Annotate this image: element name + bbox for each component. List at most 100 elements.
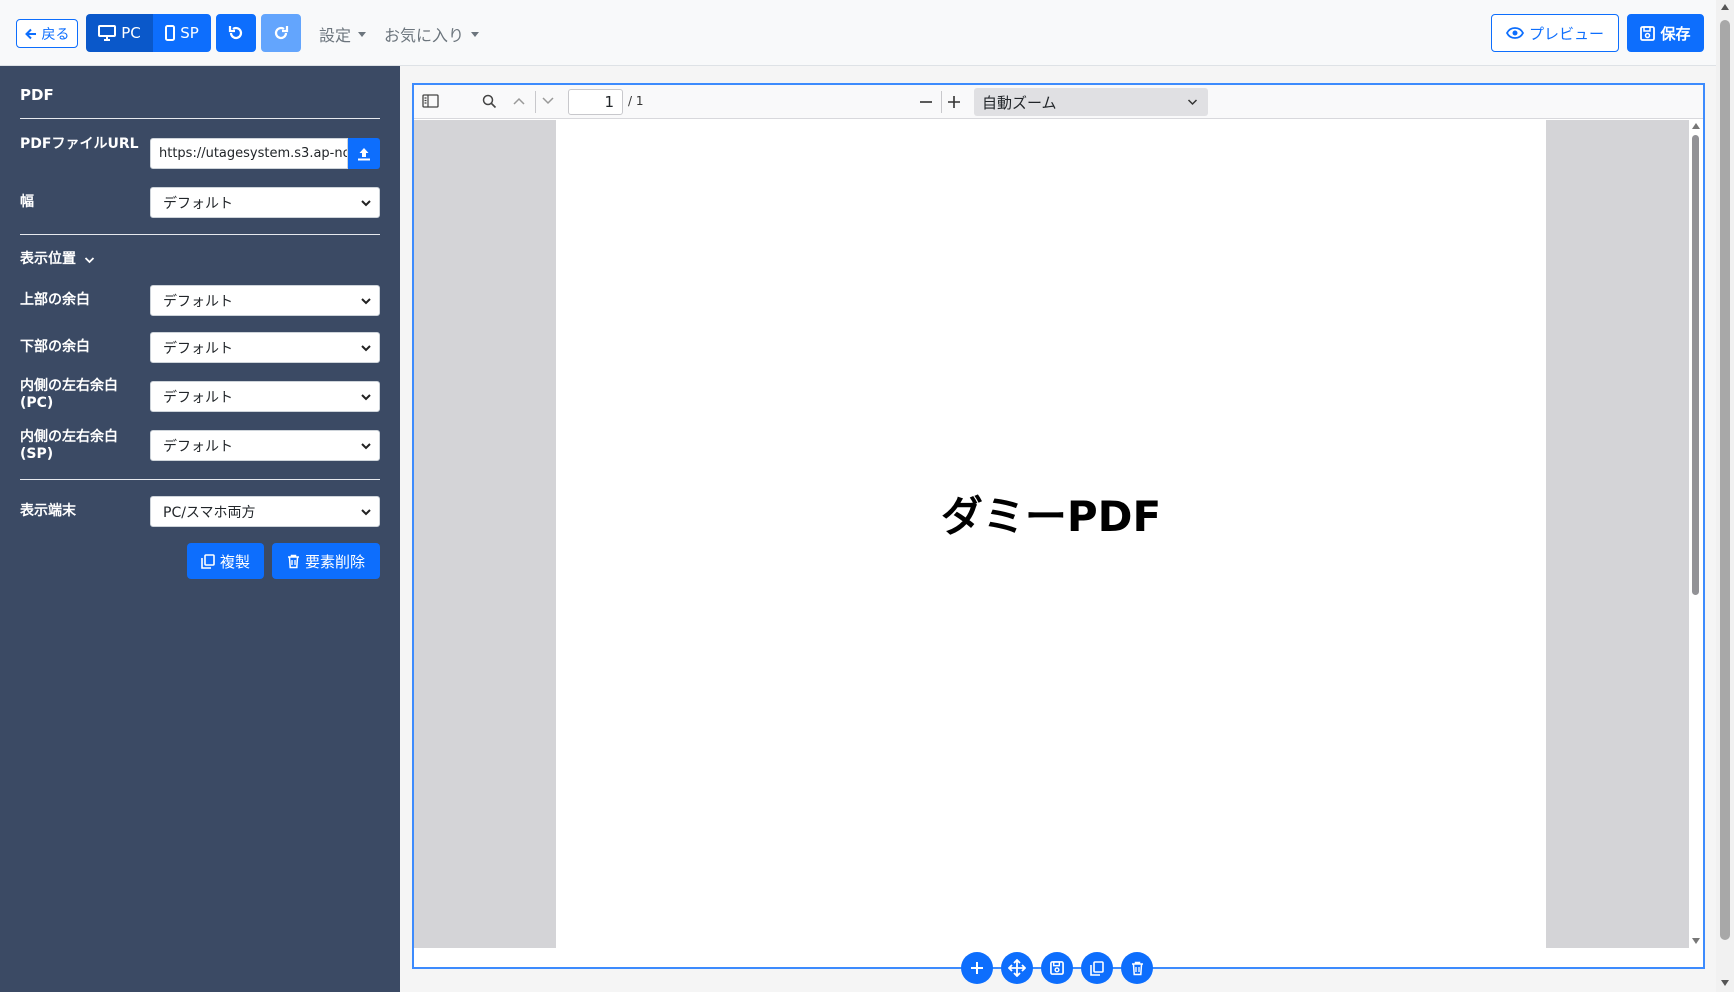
arrow-left-icon (24, 28, 37, 40)
sidebar-title: PDF (20, 86, 54, 104)
inner-padding-sp-label: 内側の左右余白(SP) (20, 429, 118, 462)
inner-padding-pc-label: 内側の左右余白(PC) (20, 378, 118, 411)
copy-element-button[interactable] (1081, 952, 1113, 984)
search-icon[interactable] (482, 94, 497, 109)
pdf-page: ダミーPDF (556, 120, 1546, 948)
position-section-label: 表示位置 (20, 251, 76, 267)
bottom-margin-label: 下部の余白 (20, 339, 90, 355)
upload-button[interactable] (348, 138, 380, 169)
page-number-input[interactable]: 1 (568, 89, 623, 115)
trash-icon (287, 554, 300, 569)
inner-padding-sp-select[interactable]: デフォルト (150, 430, 380, 461)
redo-icon (272, 24, 290, 42)
add-element-button[interactable] (961, 952, 993, 984)
sidebar-toggle-icon[interactable] (422, 94, 439, 108)
eye-icon (1505, 27, 1524, 39)
pdf-viewport[interactable]: ダミーPDF (414, 120, 1689, 948)
save-button-label: 保存 (1660, 24, 1691, 43)
previous-page-icon[interactable] (512, 96, 526, 106)
sp-view-button[interactable]: SP (153, 14, 211, 52)
settings-menu[interactable]: 設定 (319, 22, 367, 46)
delete-element-button[interactable]: 要素削除 (272, 543, 380, 579)
scroll-down-arrow-icon[interactable] (1692, 938, 1700, 944)
top-margin-label: 上部の余白 (20, 292, 90, 308)
favorites-menu-label: お気に入り (384, 26, 465, 45)
chevron-down-icon (84, 256, 95, 264)
inner-padding-sp-select-value: デフォルト (163, 438, 233, 455)
width-label: 幅 (20, 194, 34, 210)
pdf-document-text: ダミーPDF (940, 492, 1162, 541)
back-button-label: 戻る (41, 26, 70, 43)
device-select[interactable]: PC/スマホ両方 (150, 496, 380, 527)
bottom-margin-select-value: デフォルト (163, 340, 233, 357)
preview-button[interactable]: プレビュー (1491, 14, 1619, 52)
move-element-button[interactable] (1001, 952, 1033, 984)
zoom-in-icon[interactable] (947, 95, 961, 109)
undo-button[interactable] (216, 14, 256, 52)
pdf-element-frame[interactable]: 1 / 1 自動ズーム ダミーPDF (412, 83, 1705, 969)
properties-sidebar: PDF PDFファイルURL https://utagesystem.s3.ap… (0, 66, 400, 992)
trash-icon (1131, 961, 1144, 976)
pdf-viewer-toolbar: 1 / 1 自動ズーム (414, 85, 1703, 119)
floppy-disk-icon (1050, 961, 1064, 975)
scroll-up-arrow-icon[interactable] (1692, 123, 1700, 129)
pdf-url-label: PDFファイルURL (20, 136, 139, 152)
monitor-icon (98, 25, 117, 41)
page-scrollbar[interactable] (1716, 0, 1734, 992)
chevron-down-icon (360, 392, 372, 402)
chevron-down-icon (360, 343, 372, 353)
zoom-select-value: 自動ズーム (982, 93, 1057, 112)
toolbar-separator (941, 91, 942, 113)
scroll-down-arrow-icon[interactable] (1721, 980, 1729, 986)
position-section-toggle[interactable]: 表示位置 (20, 251, 220, 268)
delete-element-fab[interactable] (1121, 952, 1153, 984)
page-scrollbar-thumb[interactable] (1720, 20, 1730, 940)
copy-icon (201, 553, 215, 569)
inner-padding-pc-select[interactable]: デフォルト (150, 381, 380, 412)
divider (20, 234, 380, 235)
redo-button[interactable] (261, 14, 301, 52)
zoom-select[interactable]: 自動ズーム (974, 88, 1208, 116)
sp-view-label: SP (180, 24, 199, 42)
top-margin-select[interactable]: デフォルト (150, 285, 380, 316)
smartphone-icon (165, 25, 176, 41)
settings-menu-label: 設定 (319, 26, 352, 45)
pdf-scrollbar-thumb[interactable] (1692, 135, 1699, 595)
chevron-down-icon (360, 198, 372, 208)
toolbar-separator (535, 91, 536, 113)
zoom-out-icon[interactable] (919, 100, 933, 104)
top-margin-select-value: デフォルト (163, 293, 233, 310)
element-action-buttons (961, 952, 1153, 984)
pc-view-button[interactable]: PC (86, 14, 153, 52)
scroll-up-arrow-icon[interactable] (1721, 4, 1729, 10)
width-select-value: デフォルト (163, 195, 233, 212)
page-total: / 1 (628, 94, 644, 108)
caret-down-icon (471, 31, 480, 37)
upload-icon (357, 147, 371, 161)
duplicate-button-label: 複製 (219, 552, 250, 571)
duplicate-button[interactable]: 複製 (187, 543, 264, 579)
chevron-down-icon (1187, 98, 1198, 106)
plus-icon (970, 961, 984, 975)
back-button[interactable]: 戻る (16, 19, 78, 48)
save-button[interactable]: 保存 (1627, 14, 1704, 52)
width-select[interactable]: デフォルト (150, 187, 380, 218)
pc-view-label: PC (121, 24, 141, 42)
device-label: 表示端末 (20, 503, 76, 519)
divider (20, 118, 380, 119)
top-toolbar: 戻る PC SP 設定 お気に入り プレビュー 保存 (0, 0, 1716, 66)
inner-padding-pc-select-value: デフォルト (163, 389, 233, 406)
next-page-icon[interactable] (541, 96, 555, 106)
move-arrows-icon (1008, 959, 1026, 977)
favorites-menu[interactable]: お気に入り (384, 22, 480, 46)
divider (20, 479, 380, 480)
copy-icon (1090, 960, 1104, 976)
undo-icon (227, 24, 245, 42)
save-element-button[interactable] (1041, 952, 1073, 984)
caret-down-icon (358, 31, 367, 37)
pdf-scrollbar[interactable] (1689, 120, 1703, 948)
pdf-url-input[interactable]: https://utagesystem.s3.ap-no (150, 138, 348, 169)
floppy-disk-icon (1640, 25, 1656, 41)
chevron-down-icon (360, 507, 372, 517)
bottom-margin-select[interactable]: デフォルト (150, 332, 380, 363)
